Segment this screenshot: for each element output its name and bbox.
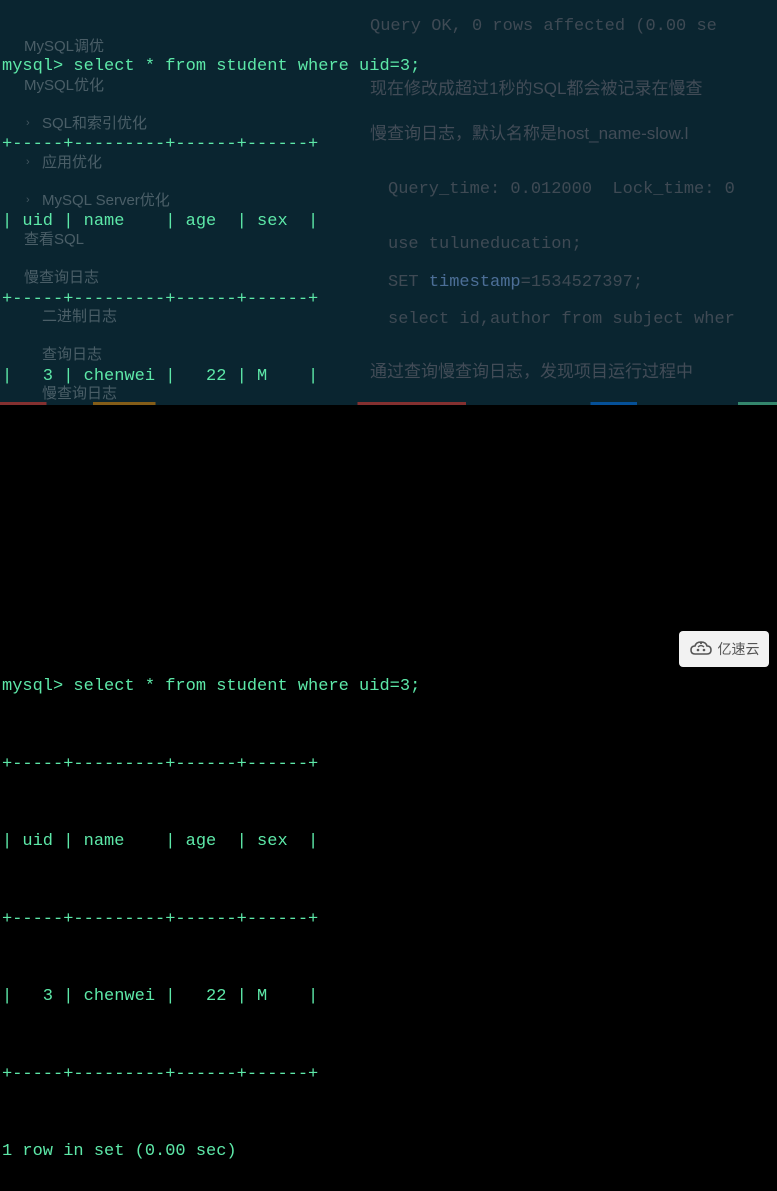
terminal-line: +-----+---------+------+------+ <box>0 287 777 314</box>
black-region <box>0 405 777 675</box>
terminal-line: +-----+---------+------+------+ <box>0 752 777 779</box>
cloud-icon <box>689 640 715 658</box>
watermark-badge[interactable]: 亿速云 <box>679 631 769 667</box>
terminal-line: mysql> select * from student where uid=3… <box>0 54 777 81</box>
terminal-line: 1 row in set (0.00 sec) <box>0 1139 777 1166</box>
terminal-line: +-----+---------+------+------+ <box>0 907 777 934</box>
terminal-line: mysql> select * from student where uid=3… <box>0 674 777 701</box>
terminal-line: +-----+---------+------+------+ <box>0 1062 777 1089</box>
watermark-text: 亿速云 <box>718 639 760 660</box>
terminal-line: | 3 | chenwei | 22 | M | <box>0 984 777 1011</box>
terminal-line: | 3 | chenwei | 22 | M | <box>0 364 777 391</box>
terminal-line: | uid | name | age | sex | <box>0 829 777 856</box>
terminal-line: +-----+---------+------+------+ <box>0 132 777 159</box>
terminal-line: | uid | name | age | sex | <box>0 209 777 236</box>
